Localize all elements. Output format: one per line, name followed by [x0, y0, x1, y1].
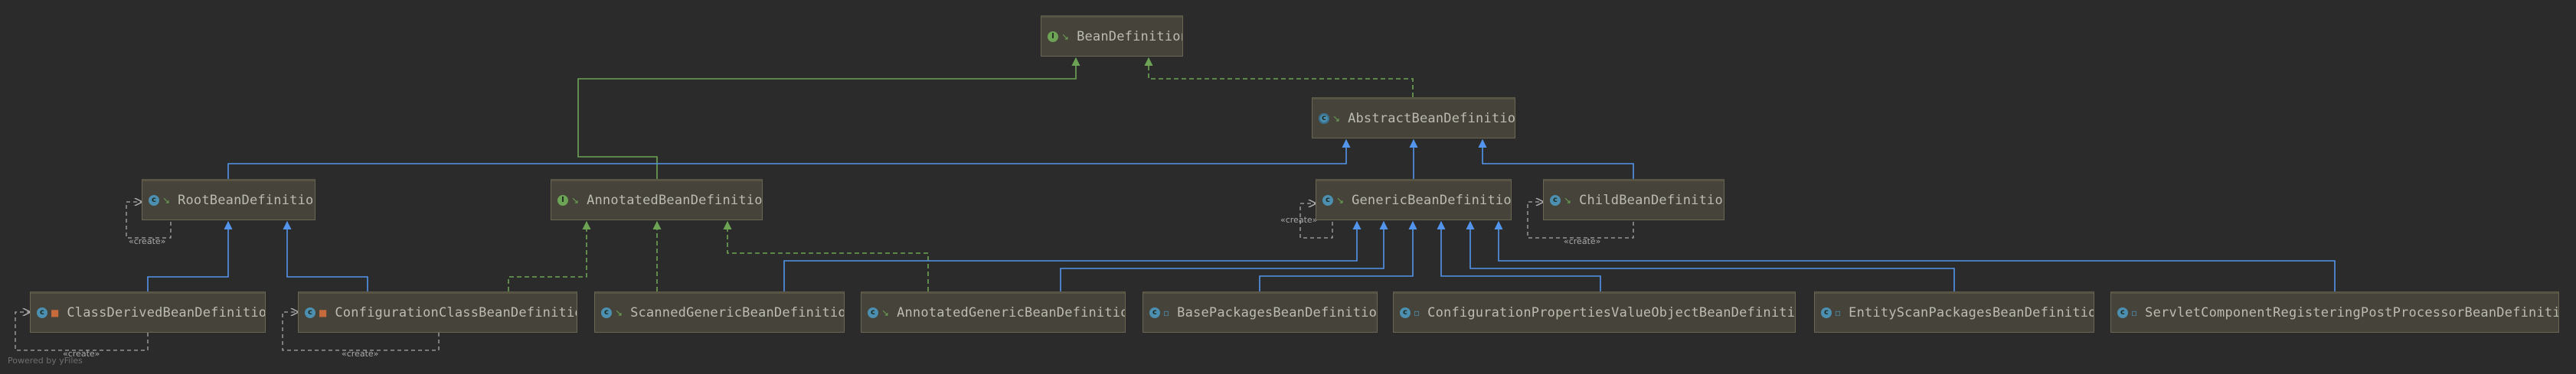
class-icon: c: [305, 307, 315, 318]
class-icon: c: [2117, 307, 2128, 318]
class-icon: c: [1821, 307, 1832, 318]
class-icon: c: [1149, 307, 1160, 318]
node-generic-bean-definition[interactable]: c ↘ GenericBeanDefinition: [1316, 179, 1512, 220]
node-label: ScannedGenericBeanDefinition: [630, 305, 845, 320]
node-entity-scan-packages-bean-definition[interactable]: c ▫ EntityScanPackagesBeanDefinition: [1814, 291, 2094, 333]
edge-abstract-bean-definition-to-bean-definition: [1144, 57, 1414, 97]
public-access-icon: ↘: [615, 307, 623, 318]
edge-root-bean-definition-to-abstract-bean-definition: [227, 138, 1351, 179]
edge-scanned-generic-bean-definition-to-generic-bean-definition: [783, 220, 1362, 291]
edge-annotated-generic-bean-definition-to-generic-bean-definition: [1060, 220, 1388, 291]
self-dependency-layer: «create»«create»«create»«create» «create»: [15, 202, 1634, 359]
edge-configuration-properties-value-object-bean-definition-to-generic-bean-definition: [1437, 220, 1601, 291]
class-icon: c: [1400, 307, 1411, 318]
class-icon: c: [149, 195, 159, 206]
default-access-icon: ▫: [1835, 307, 1842, 318]
node-child-bean-definition[interactable]: c ↘ ChildBeanDefinition: [1543, 179, 1724, 220]
node-servlet-component-registering-post-processor-bean-definition[interactable]: c ▫ ServletComponentRegisteringPostProcess…: [2110, 291, 2559, 333]
node-label: ClassDerivedBeanDefinition: [67, 305, 266, 320]
node-label: BeanDefinition: [1077, 29, 1183, 44]
node-abstract-bean-definition[interactable]: c ↘ AbstractBeanDefinition: [1312, 97, 1515, 138]
node-label: AnnotatedBeanDefinition: [587, 193, 763, 208]
abstract-class-icon: c: [1319, 113, 1329, 124]
node-label: AbstractBeanDefinition: [1348, 111, 1515, 126]
public-access-icon: ↘: [571, 195, 580, 206]
edge-annotated-bean-definition-to-bean-definition: [577, 57, 1080, 179]
node-bean-definition[interactable]: I ↘ BeanDefinition: [1041, 15, 1183, 57]
node-label: AnnotatedGenericBeanDefinition: [897, 305, 1126, 320]
create-stereotype-label: «create»: [1280, 215, 1317, 225]
class-icon: c: [37, 307, 47, 318]
public-access-icon: ↘: [1336, 195, 1345, 206]
default-access-icon: ▫: [1163, 307, 1170, 318]
node-annotated-bean-definition[interactable]: I ↘ AnnotatedBeanDefinition: [551, 179, 763, 220]
edge-servlet-component-registering-post-processor-bean-definition-to-generic-bean-definition: [1494, 220, 2336, 291]
node-label: ConfigurationClassBeanDefinition: [335, 305, 577, 320]
node-label: GenericBeanDefinition: [1352, 193, 1512, 208]
node-label: ServletComponentRegisteringPostProcessor…: [2145, 305, 2559, 320]
edge-child-bean-definition-to-abstract-bean-definition: [1478, 138, 1634, 179]
edge-class-derived-bean-definition-to-root-bean-definition: [147, 220, 233, 291]
node-configuration-properties-value-object-bean-definition[interactable]: c ▫ ConfigurationPropertiesValueObjectBean…: [1393, 291, 1796, 333]
interface-icon: I: [557, 195, 568, 206]
node-base-packages-bean-definition[interactable]: c ▫ BasePackagesBeanDefinition: [1143, 291, 1378, 333]
node-label: ConfigurationPropertiesValueObjectBeanDe…: [1427, 305, 1796, 320]
private-access-icon: ■: [319, 307, 328, 318]
default-access-icon: ▫: [2131, 307, 2138, 318]
node-label: ChildBeanDefinition: [1579, 193, 1724, 208]
node-label: BasePackagesBeanDefinition: [1177, 305, 1378, 320]
public-access-icon: ↘: [881, 307, 890, 318]
edge-configuration-class-bean-definition-to-annotated-bean-definition: [508, 220, 591, 291]
edge-annotated-generic-bean-definition-to-annotated-bean-definition: [723, 220, 929, 291]
node-label: RootBeanDefinition: [178, 193, 315, 208]
create-stereotype-label: «create»: [129, 236, 165, 246]
edge-configuration-class-bean-definition-to-root-bean-definition: [283, 220, 368, 291]
class-icon: c: [1322, 195, 1333, 206]
create-stereotype-label: «create»: [1564, 236, 1600, 246]
edge-entity-scan-packages-bean-definition-to-generic-bean-definition: [1466, 220, 1955, 291]
node-configuration-class-bean-definition[interactable]: c ■ ConfigurationClassBeanDefinition: [298, 291, 577, 333]
public-access-icon: ↘: [1564, 195, 1572, 206]
node-label: EntityScanPackagesBeanDefinition: [1849, 305, 2094, 320]
node-root-bean-definition[interactable]: c ↘ RootBeanDefinition: [142, 179, 315, 220]
private-access-icon: ■: [51, 307, 60, 318]
node-annotated-generic-bean-definition[interactable]: c ↘ AnnotatedGenericBeanDefinition: [861, 291, 1126, 333]
node-scanned-generic-bean-definition[interactable]: c ↘ ScannedGenericBeanDefinition: [594, 291, 845, 333]
class-icon: c: [868, 307, 878, 318]
default-access-icon: ▫: [1414, 307, 1420, 318]
public-access-icon: ↘: [162, 195, 171, 206]
watermark: Powered by yFiles: [8, 356, 83, 366]
interface-icon: I: [1048, 31, 1058, 42]
edge-base-packages-bean-definition-to-generic-bean-definition: [1259, 220, 1417, 291]
edges-layer: [147, 57, 2336, 291]
node-class-derived-bean-definition[interactable]: c ■ ClassDerivedBeanDefinition: [30, 291, 266, 333]
create-stereotype-label: «create»: [342, 349, 378, 359]
class-icon: c: [601, 307, 612, 318]
public-access-icon: ↘: [1332, 113, 1341, 124]
public-access-icon: ↘: [1061, 31, 1070, 42]
class-icon: c: [1550, 195, 1561, 206]
